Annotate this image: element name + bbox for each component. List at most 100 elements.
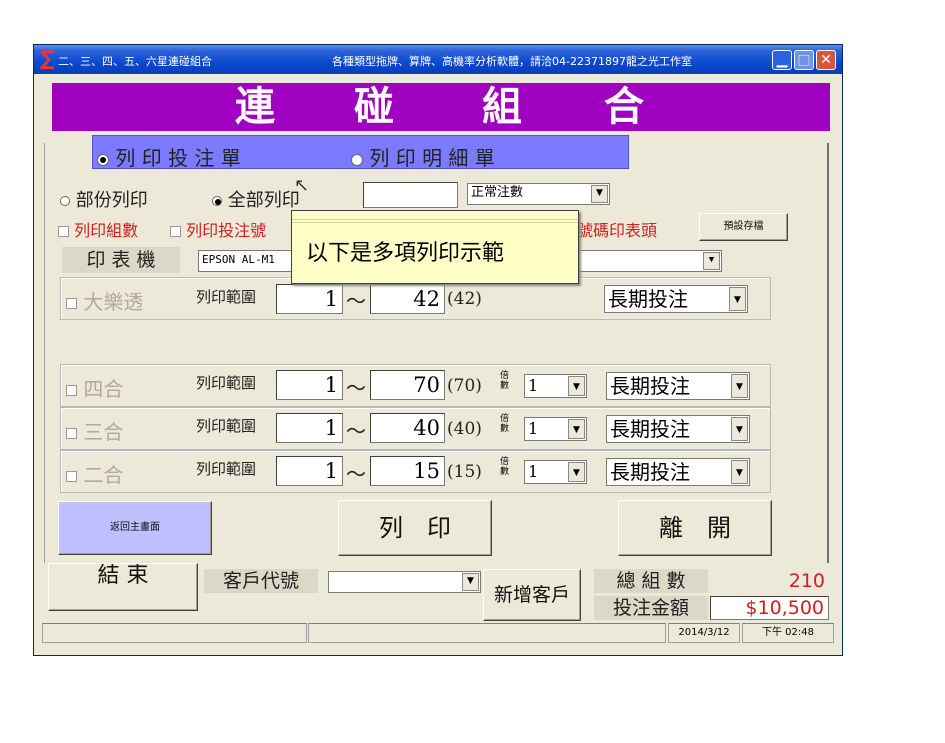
multiplier-select[interactable]: 1 ▼ — [524, 460, 587, 484]
new-customer-button[interactable]: 新增客戶 — [483, 569, 581, 621]
radio-partial[interactable]: 部份列印 — [60, 186, 148, 212]
banner-char-4: 合 — [604, 83, 644, 130]
window-info: 各種類型拖牌、算牌、高機率分析軟體，請洽04-22371897龍之光工作室 — [332, 55, 692, 68]
radio-dot — [97, 153, 109, 166]
status-bar: 2014/3/12 下午 02:48 — [42, 623, 840, 645]
tilde: ～ — [346, 289, 366, 313]
range-from-input[interactable]: 1 — [276, 456, 343, 486]
chevron-down-icon: ▼ — [591, 185, 608, 203]
radio-print-slip[interactable]: 列 印 投 注 單 — [97, 142, 241, 171]
multiplier-value: 1 — [528, 462, 539, 481]
customer-select[interactable]: ▼ — [328, 571, 481, 593]
scope-input[interactable] — [363, 182, 458, 208]
maximize-button[interactable]: □ — [794, 50, 814, 70]
radio-dot — [351, 153, 363, 166]
checkbox-box — [66, 471, 77, 482]
checkbox-print-groups[interactable]: 列印組數 — [58, 217, 138, 241]
chevron-down-icon: ▼ — [568, 376, 585, 396]
total-groups-value: 210 — [788, 570, 825, 592]
status-cell — [42, 623, 307, 643]
mode-value: 長期投注 — [610, 374, 690, 398]
checkbox-box — [58, 226, 69, 237]
printer-value: EPSON AL-M1 — [202, 253, 275, 266]
radio-print-slip-label: 列 印 投 注 單 — [115, 146, 241, 170]
radio-partial-label: 部份列印 — [75, 190, 148, 211]
range-total: (40) — [447, 419, 482, 439]
title-bar[interactable]: ∑ 二、三、四、五、六星連碰組合 各種類型拖牌、算牌、高機率分析軟體，請洽04-… — [34, 45, 842, 74]
range-to-input[interactable]: 70 — [370, 370, 445, 400]
end-button[interactable]: 結 束 — [48, 563, 198, 611]
app-window: ∑ 二、三、四、五、六星連碰組合 各種類型拖牌、算牌、高機率分析軟體，請洽04-… — [33, 44, 843, 656]
chevron-down-icon: ▼ — [568, 419, 585, 439]
multiplier-select[interactable]: 1 ▼ — [524, 374, 587, 398]
back-to-main-button[interactable]: 返回主畫面 — [58, 501, 212, 555]
printer-label: 印 表 機 — [62, 247, 180, 273]
radio-print-detail[interactable]: 列 印 明 細 單 — [351, 142, 495, 171]
range-to-input[interactable]: 40 — [370, 413, 445, 443]
checkbox-two[interactable]: 二合 — [66, 459, 123, 488]
checkbox-big-lotto[interactable]: 大樂透 — [66, 286, 143, 315]
chevron-down-icon: ▼ — [568, 462, 585, 482]
multiplier-value: 1 — [528, 376, 539, 395]
checkbox-box — [66, 428, 77, 439]
row-name: 二合 — [83, 463, 124, 487]
leave-button[interactable]: 離 開 — [618, 500, 772, 556]
bet-amount-value: $10,500 — [710, 596, 829, 620]
bet-amount-label: 投注金額 — [594, 596, 708, 620]
range-label: 列印範圍 — [196, 288, 257, 306]
status-time: 下午 02:48 — [742, 623, 834, 643]
customer-label: 客戶代號 — [204, 569, 318, 593]
total-groups-label: 總 組 數 — [594, 569, 708, 593]
row-name: 三合 — [83, 420, 124, 444]
range-total: (70) — [447, 376, 482, 396]
mode-select[interactable]: 長期投注 ▼ — [604, 285, 748, 313]
minimize-button[interactable]: ▁ — [772, 50, 792, 70]
banner: 連 碰 組 合 — [52, 83, 830, 131]
print-button[interactable]: 列 印 — [338, 500, 492, 556]
tooltip-rule — [292, 219, 578, 220]
checkbox-four[interactable]: 四合 — [66, 373, 123, 402]
status-date: 2014/3/12 — [668, 623, 740, 643]
tilde: ～ — [346, 376, 366, 400]
mode-value: 長期投注 — [610, 460, 690, 484]
tilde: ～ — [346, 462, 366, 486]
banner-char-3: 組 — [482, 83, 522, 130]
tooltip: 以下是多項列印示範 — [291, 210, 579, 284]
chevron-down-icon: ▼ — [703, 252, 720, 270]
save-default-button[interactable]: 預設存檔 — [699, 213, 788, 241]
radio-dot — [212, 196, 222, 206]
multiplier-label: 倍數 — [500, 457, 510, 477]
mode-select[interactable]: 長期投注 ▼ — [606, 458, 750, 486]
range-total: (15) — [447, 462, 482, 482]
chevron-down-icon: ▼ — [731, 374, 748, 398]
close-button[interactable]: ✕ — [816, 50, 836, 70]
chevron-down-icon: ▼ — [462, 573, 479, 591]
checkbox-three[interactable]: 三合 — [66, 416, 123, 445]
status-cell — [308, 623, 666, 643]
banner-char-2: 碰 — [354, 83, 394, 130]
checkbox-print-numbers[interactable]: 列印投注號 — [170, 217, 266, 241]
checkbox-box — [170, 226, 181, 237]
range-from-input[interactable]: 1 — [276, 370, 343, 400]
mode-select[interactable]: 長期投注 ▼ — [606, 415, 750, 443]
tilde: ～ — [346, 419, 366, 443]
range-from-input[interactable]: 1 — [276, 413, 343, 443]
print-mode-bar: 列 印 投 注 單 列 印 明 細 單 — [92, 135, 629, 171]
mode-select[interactable]: 長期投注 ▼ — [606, 372, 750, 400]
range-label: 列印範圍 — [196, 374, 257, 392]
row-name: 四合 — [83, 377, 124, 401]
multiplier-label: 倍數 — [500, 371, 510, 391]
mode-value: 長期投注 — [608, 287, 688, 311]
multiplier-label: 倍數 — [500, 414, 510, 434]
row-name: 大樂透 — [83, 290, 144, 314]
range-to-input[interactable]: 15 — [370, 456, 445, 486]
radio-all[interactable]: 全部列印 — [212, 186, 300, 212]
mouse-cursor-icon: ↖ — [294, 175, 310, 196]
bet-type-select[interactable]: 正常注數 ▼ — [467, 183, 610, 205]
checkbox-print-numbers-label: 列印投注號 — [186, 221, 267, 240]
multiplier-select[interactable]: 1 ▼ — [524, 417, 587, 441]
range-total: (42) — [447, 289, 482, 309]
range-from-input[interactable]: 1 — [276, 284, 343, 314]
range-to-input[interactable]: 42 — [370, 284, 445, 314]
chevron-down-icon: ▼ — [731, 460, 748, 484]
